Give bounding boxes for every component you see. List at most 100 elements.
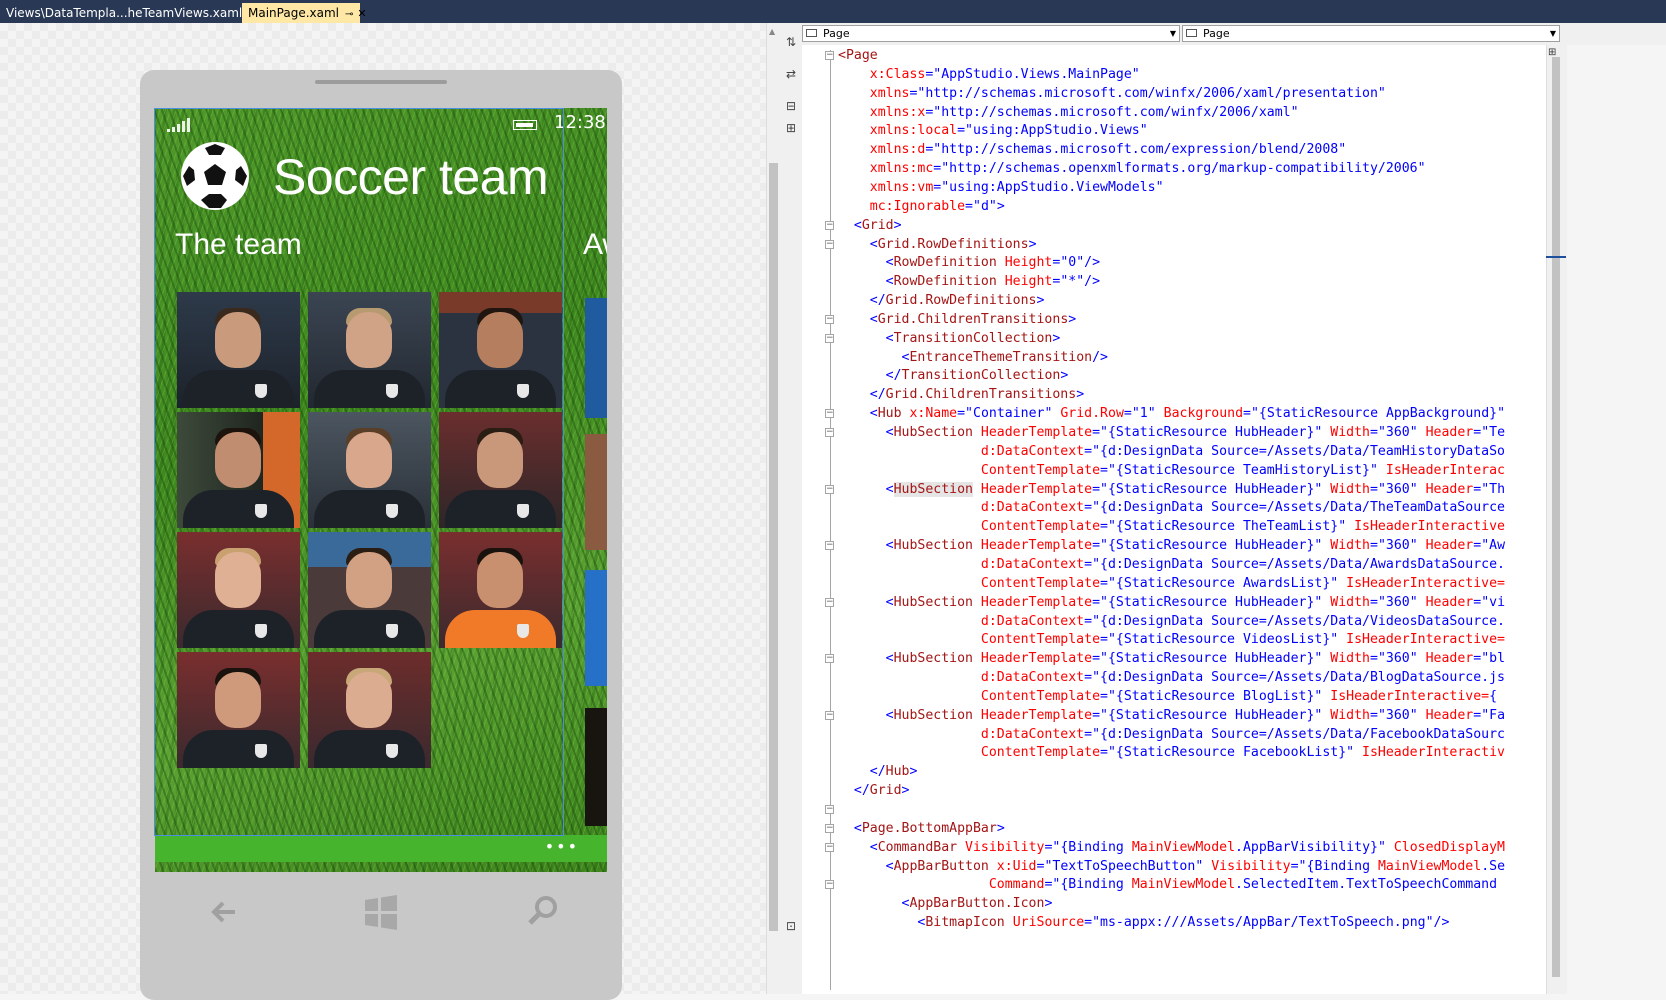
code-line[interactable]: xmlns:d="http://schemas.microsoft.com/ex… — [838, 140, 1346, 159]
code-line[interactable]: Command="{Binding MainViewModel.Selected… — [838, 875, 1497, 894]
code-line[interactable]: </Grid> — [838, 781, 910, 800]
code-line[interactable]: <AppBarButton x:Uid="TextToSpeechButton"… — [838, 857, 1505, 876]
close-icon[interactable]: ✕ — [357, 7, 366, 20]
collapse-icon[interactable]: − — [825, 484, 834, 494]
collapse-icon[interactable]: − — [825, 597, 834, 607]
code-line[interactable]: d:DataContext="{d:DesignData Source=/Ass… — [838, 555, 1505, 574]
code-line[interactable]: <HubSection HeaderTemplate="{StaticResou… — [838, 536, 1505, 555]
player-tile[interactable] — [177, 412, 300, 528]
code-line[interactable]: xmlns="http://schemas.microsoft.com/winf… — [838, 84, 1386, 103]
collapse-icon[interactable]: − — [825, 654, 834, 664]
code-line[interactable]: d:DataContext="{d:DesignData Source=/Ass… — [838, 612, 1505, 631]
code-line[interactable]: </Hub> — [838, 762, 918, 781]
swap-panes-icon[interactable]: ⇅ — [784, 35, 798, 49]
code-line[interactable]: <HubSection HeaderTemplate="{StaticResou… — [838, 706, 1505, 725]
collapse-icon[interactable]: − — [825, 842, 834, 852]
code-line[interactable]: <TransitionCollection> — [838, 329, 1061, 348]
code-line[interactable]: <RowDefinition Height="*"/> — [838, 272, 1100, 291]
code-line[interactable]: <AppBarButton.Icon> — [838, 894, 1053, 913]
code-line[interactable]: ContentTemplate="{StaticResource TeamHis… — [838, 461, 1505, 480]
code-line[interactable]: <CommandBar Visibility="{Binding MainVie… — [838, 838, 1505, 857]
code-line[interactable]: <HubSection HeaderTemplate="{StaticResou… — [838, 423, 1505, 442]
code-line[interactable]: ContentTemplate="{StaticResource BlogLis… — [838, 687, 1497, 706]
code-line[interactable]: ContentTemplate="{StaticResource VideosL… — [838, 630, 1505, 649]
code-line[interactable]: <BitmapIcon UriSource="ms-appx:///Assets… — [838, 913, 1449, 932]
editor-scrollbar[interactable]: ⊞ — [1546, 45, 1567, 994]
code-line[interactable]: <HubSection HeaderTemplate="{StaticResou… — [838, 593, 1505, 612]
player-tile[interactable] — [439, 412, 562, 528]
next-hub-section-header[interactable]: Aw — [583, 228, 607, 262]
horizontal-split-icon[interactable]: ⊞ — [784, 121, 798, 135]
scroll-thumb[interactable] — [1552, 57, 1560, 977]
collapse-icon[interactable]: − — [825, 880, 834, 890]
switch-panes-icon[interactable]: ⇄ — [784, 67, 798, 81]
phone-screen[interactable]: 12:38 Soccer team The team Aw — [155, 108, 607, 872]
code-line[interactable]: </TransitionCollection> — [838, 366, 1069, 385]
code-line[interactable]: ContentTemplate="{StaticResource AwardsL… — [838, 574, 1505, 593]
player-tile[interactable] — [177, 292, 300, 408]
code-line[interactable]: mc:Ignorable="d"> — [838, 197, 1005, 216]
collapse-icon[interactable]: − — [825, 823, 834, 833]
code-line[interactable]: <Page.BottomAppBar> — [838, 819, 1005, 838]
windows-icon[interactable] — [361, 892, 401, 932]
code-line[interactable]: xmlns:mc="http://schemas.openxmlformats.… — [838, 159, 1426, 178]
player-tile[interactable] — [308, 412, 431, 528]
code-line[interactable]: </Grid.RowDefinitions> — [838, 291, 1045, 310]
collapse-icon[interactable]: − — [825, 805, 834, 814]
collapse-icon[interactable]: − — [825, 220, 834, 230]
designer-scrollbar[interactable]: ▲ — [766, 23, 781, 994]
code-line[interactable]: d:DataContext="{d:DesignData Source=/Ass… — [838, 498, 1505, 517]
code-line[interactable]: <Grid.RowDefinitions> — [838, 235, 1037, 254]
hub-section-header[interactable]: The team — [175, 228, 302, 262]
code-line[interactable]: <HubSection HeaderTemplate="{StaticResou… — [838, 649, 1505, 668]
code-line[interactable]: </Grid.ChildrenTransitions> — [838, 385, 1084, 404]
back-icon[interactable] — [205, 892, 245, 932]
tab-mainpage[interactable]: MainPage.xaml ⊸ ✕ — [242, 3, 367, 23]
code-line[interactable]: ContentTemplate="{StaticResource Faceboo… — [838, 743, 1505, 762]
type-dropdown[interactable]: Page ▼ — [802, 25, 1180, 42]
tab-datatemplates-views[interactable]: Views\DataTempla...heTeamViews.xaml — [0, 3, 242, 23]
scroll-thumb[interactable] — [769, 163, 778, 931]
more-icon[interactable]: ••• — [545, 837, 579, 856]
code-line[interactable]: <Grid.ChildrenTransitions> — [838, 310, 1076, 329]
member-dropdown[interactable]: Page ▼ — [1182, 25, 1560, 42]
code-token: =" — [1370, 651, 1386, 667]
vertical-split-icon[interactable]: ⊟ — [784, 99, 798, 113]
code-line[interactable]: xmlns:vm="using:AppStudio.ViewModels" — [838, 178, 1164, 197]
collapse-icon[interactable]: − — [825, 51, 834, 60]
xaml-code-editor[interactable]: − − − − − − − − − − − − − − − − <Page x:Class="AppStudi… — [802, 45, 1546, 994]
player-tile[interactable] — [308, 532, 431, 648]
player-tile[interactable] — [177, 532, 300, 648]
code-line[interactable]: d:DataContext="{d:DesignData Source=/Ass… — [838, 442, 1505, 461]
collapse-icon[interactable]: − — [825, 239, 834, 249]
collapse-icon[interactable]: − — [825, 333, 834, 343]
collapse-icon[interactable]: − — [825, 409, 834, 419]
player-tile[interactable] — [308, 292, 431, 408]
code-line[interactable]: xmlns:x="http://schemas.microsoft.com/wi… — [838, 103, 1299, 122]
player-tile[interactable] — [439, 532, 562, 648]
code-line[interactable]: <Page — [838, 46, 878, 65]
collapse-icon[interactable]: − — [825, 710, 834, 720]
collapse-pane-icon[interactable]: ⊡ — [784, 919, 798, 933]
search-icon[interactable] — [523, 892, 563, 932]
code-line[interactable]: <Grid> — [838, 216, 902, 235]
code-line[interactable]: d:DataContext="{d:DesignData Source=/Ass… — [838, 668, 1505, 687]
player-tile[interactable] — [439, 292, 562, 408]
code-line[interactable]: xmlns:local="using:AppStudio.Views" — [838, 121, 1148, 140]
player-tile[interactable] — [177, 652, 300, 768]
collapse-icon[interactable]: − — [825, 428, 834, 437]
player-tile[interactable] — [308, 652, 431, 768]
bottom-app-bar[interactable]: ••• — [155, 835, 607, 862]
code-line[interactable]: <HubSection HeaderTemplate="{StaticResou… — [838, 480, 1505, 499]
code-line[interactable]: <RowDefinition Height="0"/> — [838, 253, 1100, 272]
collapse-icon[interactable]: − — [825, 541, 834, 551]
code-line[interactable]: <Hub x:Name="Container" Grid.Row="1" Bac… — [838, 404, 1505, 423]
collapse-icon[interactable]: − — [825, 314, 834, 324]
pin-icon[interactable]: ⊸ — [345, 9, 353, 20]
scroll-up-icon[interactable]: ▲ — [769, 27, 775, 36]
code-line[interactable]: d:DataContext="{d:DesignData Source=/Ass… — [838, 725, 1505, 744]
code-line[interactable]: x:Class="AppStudio.Views.MainPage" — [838, 65, 1140, 84]
code-line[interactable]: <EntranceThemeTransition/> — [838, 348, 1108, 367]
design-surface[interactable]: 12:38 Soccer team The team Aw — [0, 23, 766, 1000]
code-line[interactable]: ContentTemplate="{StaticResource TheTeam… — [838, 517, 1505, 536]
